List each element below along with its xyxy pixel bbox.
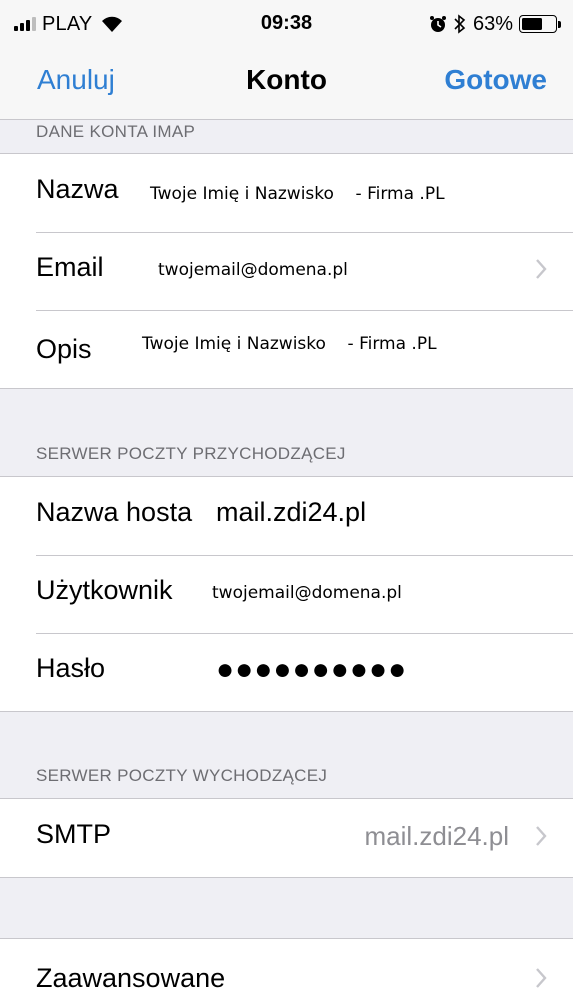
host-label: Nazwa hosta [36, 497, 193, 527]
password-field[interactable]: ●●●●●●●●●● [216, 655, 407, 685]
status-bar: PLAY 09:38 63% [0, 0, 573, 46]
navigation-bar: Anuluj Konto Gotowe [0, 46, 573, 120]
status-right: 63% [429, 12, 561, 36]
description-field[interactable]: Twoje Imię i Nazwisko - Firma .PL [142, 334, 437, 354]
account-group: Nazwa Twoje Imię i Nazwisko - Firma .PL … [0, 153, 573, 389]
email-row[interactable]: Email twojemail@domena.pl [0, 232, 573, 310]
bluetooth-icon [454, 14, 466, 34]
name-row[interactable]: Nazwa Twoje Imię i Nazwisko - Firma .PL [0, 154, 573, 232]
battery-icon [519, 15, 561, 33]
description-row[interactable]: Opis Twoje Imię i Nazwisko - Firma .PL [0, 310, 573, 388]
section-header-outgoing: SERWER POCZTY WYCHODZĄCEJ [36, 766, 328, 785]
name-field[interactable]: Twoje Imię i Nazwisko - Firma .PL [150, 184, 445, 204]
chevron-right-icon [536, 968, 547, 988]
name-label: Nazwa [36, 174, 119, 204]
chevron-right-icon [536, 826, 547, 846]
incoming-group: Nazwa hosta mail.zdi24.pl Użytkownik two… [0, 476, 573, 712]
host-row[interactable]: Nazwa hosta mail.zdi24.pl [0, 477, 573, 555]
smtp-value: mail.zdi24.pl [364, 821, 509, 851]
email-field[interactable]: twojemail@domena.pl [158, 260, 348, 280]
password-row[interactable]: Hasło ●●●●●●●●●● [0, 633, 573, 711]
advanced-label: Zaawansowane [36, 963, 226, 988]
chevron-right-icon [536, 259, 547, 279]
smtp-label: SMTP [36, 819, 112, 849]
alarm-icon [429, 16, 446, 32]
advanced-group: Zaawansowane [0, 938, 573, 988]
section-header-incoming: SERWER POCZTY PRZYCHODZĄCEJ [36, 444, 346, 463]
email-label: Email [36, 252, 104, 282]
section-header-account: DANE KONTA IMAP [36, 122, 196, 141]
battery-percent: 63% [472, 12, 513, 35]
host-field[interactable]: mail.zdi24.pl [216, 497, 366, 528]
password-label: Hasło [36, 653, 106, 683]
smtp-row[interactable]: SMTP mail.zdi24.pl [0, 799, 573, 877]
battery-level [522, 18, 543, 30]
user-label: Użytkownik [36, 575, 173, 605]
user-row[interactable]: Użytkownik twojemail@domena.pl [0, 555, 573, 633]
done-button[interactable]: Gotowe [444, 64, 547, 96]
advanced-row[interactable]: Zaawansowane [0, 939, 573, 988]
outgoing-group: SMTP mail.zdi24.pl [0, 798, 573, 878]
user-field[interactable]: twojemail@domena.pl [212, 583, 402, 603]
description-label: Opis [36, 334, 92, 364]
